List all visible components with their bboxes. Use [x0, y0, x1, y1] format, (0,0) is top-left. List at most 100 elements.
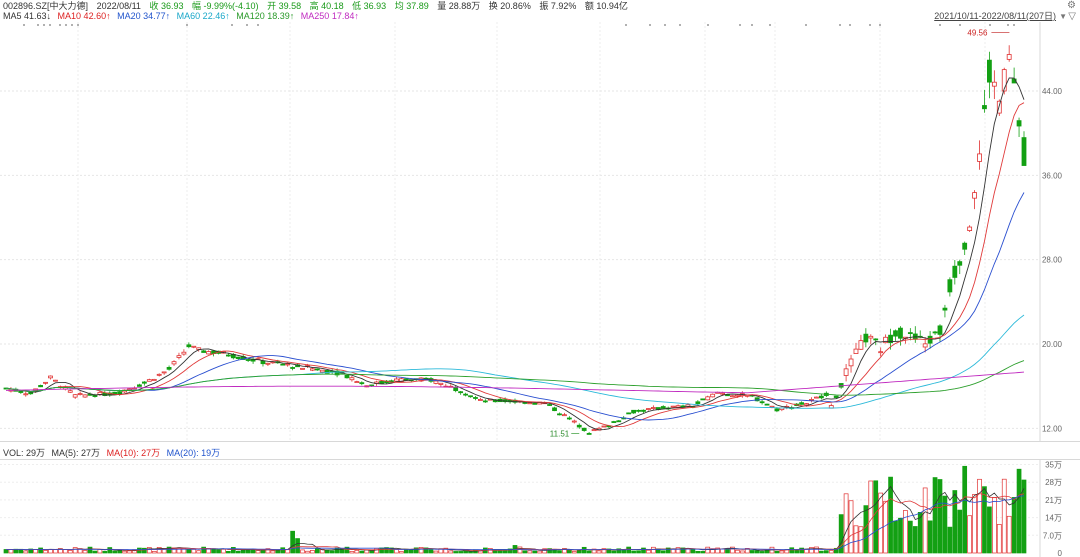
volume-chart[interactable]: 35万 28万 21万 14万 7.0万 0 — [0, 459, 1080, 557]
volume-bar — [962, 465, 968, 554]
candle-body — [853, 348, 859, 354]
volume-bar — [418, 547, 424, 554]
volume-bar — [453, 551, 459, 554]
candle-body — [458, 391, 464, 394]
candle-body — [38, 385, 43, 388]
candle-body — [962, 242, 968, 250]
volume-bar — [349, 551, 355, 554]
price-tick: 28.00 — [1042, 256, 1063, 265]
ma20-label: MA20 34.77↑ — [117, 11, 171, 21]
candle-body — [141, 381, 147, 384]
candle-body — [23, 393, 29, 396]
high-label: 高 40.18 — [309, 1, 344, 11]
event-marker — [989, 24, 991, 26]
volume-bar — [907, 520, 913, 554]
volume-bar — [819, 550, 824, 554]
event-marker — [869, 24, 871, 26]
volume-bar — [295, 538, 300, 554]
volume-bar — [290, 530, 295, 554]
candle-body — [873, 338, 879, 341]
candle-body — [191, 345, 197, 348]
volume-bar — [448, 550, 454, 554]
candle-body — [893, 330, 898, 337]
candle-body — [290, 367, 296, 369]
event-marker — [939, 24, 941, 26]
candle-body — [468, 395, 473, 398]
candle-body — [137, 384, 142, 387]
event-marker — [751, 24, 753, 26]
candle-body — [1021, 137, 1027, 166]
volume-bar — [977, 478, 982, 554]
volume-bar — [527, 550, 533, 554]
candle-body — [280, 363, 286, 366]
event-marker — [769, 24, 771, 26]
volume-bar — [828, 550, 834, 554]
candle-body — [759, 401, 765, 404]
volume-bar — [1006, 515, 1012, 554]
candle-body — [720, 392, 725, 395]
volume-bar — [102, 551, 108, 554]
candle-body — [201, 350, 207, 353]
candle-body — [626, 412, 632, 415]
price-tick: 12.00 — [1042, 424, 1063, 433]
event-marker — [805, 24, 807, 26]
candle-body — [700, 398, 706, 401]
date-range[interactable]: 2021/10/11-2022/08/11(207日) — [934, 11, 1056, 22]
volume-tick: 7.0万 — [1043, 531, 1062, 540]
candle-body — [967, 226, 973, 231]
volume-bar — [324, 549, 330, 554]
dropdown-icon[interactable]: ▼ — [1059, 12, 1067, 22]
candle-body — [482, 400, 488, 403]
volume-bar — [117, 550, 123, 554]
volume-bar — [87, 546, 93, 554]
ma5-label: MA5 41.63↓ — [3, 11, 52, 21]
volume-bar — [359, 550, 365, 554]
price-chart[interactable]: 44.00 36.00 28.00 20.00 12.00 49.56 11.51 — [0, 22, 1080, 442]
candle-body — [660, 406, 666, 409]
candle-body — [67, 390, 73, 393]
volume-bar — [211, 548, 216, 554]
volume-bar — [868, 480, 874, 554]
candle-body — [463, 393, 468, 396]
candle-body — [176, 355, 182, 358]
settings-icon[interactable]: ⚙ — [1067, 1, 1076, 11]
volume-bar — [873, 480, 879, 554]
volume-bar — [947, 526, 953, 554]
candle-body — [181, 351, 187, 355]
volume-bar — [127, 550, 132, 554]
ma10-label: MA10 42.60↑ — [57, 11, 111, 21]
volume-bar — [690, 549, 696, 554]
collapse-icon[interactable]: ▽ — [1068, 12, 1076, 22]
candle-body — [171, 361, 177, 365]
volume-bar — [863, 505, 869, 554]
candle-body — [631, 409, 637, 414]
candle-body — [225, 354, 231, 357]
volume-bar — [191, 549, 197, 554]
candle-body — [473, 397, 478, 399]
volume-bar — [146, 547, 152, 554]
volume-tick: 28万 — [1045, 478, 1062, 487]
candle-body — [359, 382, 365, 385]
volume-bar — [937, 479, 943, 554]
volume-bar — [823, 550, 829, 554]
candle-body — [858, 340, 864, 350]
volume-bar — [720, 548, 725, 554]
candle-body — [379, 381, 384, 384]
volume-tick: 0 — [1058, 549, 1063, 557]
candle-body — [814, 396, 819, 399]
volume-bar — [814, 546, 819, 554]
candle-body — [863, 333, 869, 343]
candle-body — [235, 356, 241, 360]
candle-body — [868, 335, 874, 339]
volume-bar — [235, 550, 241, 554]
volume-bar — [48, 549, 53, 554]
candle-body — [438, 382, 444, 385]
volume-bar — [329, 550, 335, 554]
ma-line — [5, 77, 1025, 431]
volume-bar — [226, 551, 231, 554]
candle-body — [774, 408, 780, 412]
candle-body — [314, 368, 320, 371]
volume-bar — [122, 550, 127, 554]
candle-body — [156, 373, 162, 376]
vol-ma5-label: MA(5): 27万 — [51, 448, 101, 458]
